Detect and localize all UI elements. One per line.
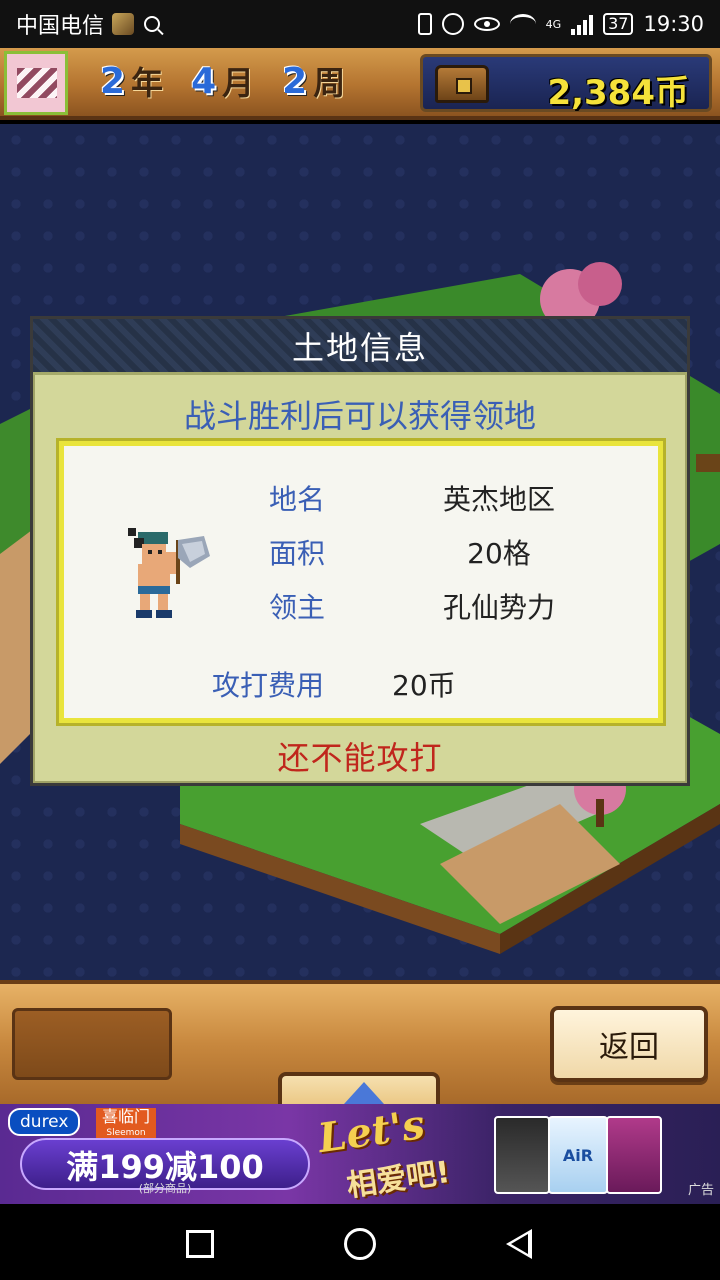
attack-status-text: 还不能攻打 [277, 739, 443, 777]
carrier-label: 中国电信 [16, 14, 105, 39]
value-lord: 孔仙势力 [442, 591, 555, 624]
home-icon[interactable] [344, 1228, 376, 1260]
year-number: 2 [100, 60, 126, 102]
ad-product-air-label: AiR [562, 1146, 594, 1165]
ad-product-box-1 [494, 1116, 550, 1194]
ad-product-box-air: AiR [548, 1116, 608, 1194]
wifi-icon [509, 14, 536, 34]
clock: 19:30 [643, 12, 704, 36]
label-area: 面积 [269, 537, 326, 570]
treasure-chest-icon [435, 65, 489, 103]
ad-brand-sleemon: 喜临门 Sleemon [96, 1107, 157, 1142]
status-bar: 中国电信 4G 37 19:30 [0, 0, 720, 48]
dialog-subtitle: 战斗胜利后可以获得领地 [183, 397, 536, 435]
battery-icon: 37 [603, 13, 634, 35]
month-number: 4 [191, 60, 217, 102]
money-amount: 2,384币 [547, 73, 689, 113]
label-attack-cost: 攻打费用 [212, 669, 325, 702]
label-lord: 领主 [269, 591, 326, 624]
ad-promo-badge: 满199减100 (部分商品) [20, 1138, 310, 1195]
up-arrow-icon [344, 1082, 384, 1104]
signal-icon [571, 13, 594, 35]
empty-action-slot [12, 1008, 172, 1080]
game-header: 2 年 4 月 2 周 2,384币 [0, 48, 720, 120]
network-type: 4G [545, 17, 562, 31]
land-info-card: 地名 英杰地区 面积 20格 领主 孔仙势力 攻打费用 20币 [59, 441, 663, 723]
money-panel: 2,384币 [420, 54, 712, 113]
month-unit: 月 [222, 64, 255, 102]
lord-character-sprite [128, 528, 210, 618]
recent-apps-icon[interactable] [186, 1230, 214, 1258]
alarm-icon [441, 13, 464, 35]
search-icon [144, 16, 161, 32]
week-number: 2 [282, 60, 308, 102]
ad-brand-sleemon-cn: 喜临门 [102, 1107, 151, 1126]
value-land-name: 英杰地区 [442, 483, 555, 516]
dialog-title: 土地信息 [33, 319, 687, 375]
label-land-name: 地名 [269, 483, 326, 516]
ad-promo-note: (部分商品) [138, 1182, 192, 1195]
week-unit: 周 [313, 64, 346, 102]
eye-comfort-icon [473, 17, 500, 31]
app-notification-icon [112, 13, 135, 35]
ad-label: 广告 [687, 1183, 714, 1198]
land-info-dialog: 土地信息 战斗胜利后可以获得领地 地名 英杰地区 面积 20格 领主 孔仙势力 … [30, 316, 690, 786]
ad-banner[interactable]: durex 喜临门 Sleemon 满199减100 (部分商品) Let's 相… [0, 1104, 720, 1204]
value-area: 20格 [467, 537, 531, 570]
vibrate-icon [417, 13, 432, 35]
player-portrait[interactable] [4, 51, 68, 115]
navigation-bar [0, 1204, 720, 1280]
back-button[interactable]: 返回 [550, 1006, 708, 1082]
value-attack-cost: 20币 [392, 669, 456, 702]
ad-product-box-3 [606, 1116, 662, 1194]
bottom-action-bar: 返回 [0, 980, 720, 1112]
year-unit: 年 [131, 64, 164, 102]
ad-brand-durex: durex [8, 1108, 81, 1136]
date-display: 2 年 4 月 2 周 [100, 58, 367, 104]
back-nav-icon[interactable] [506, 1229, 532, 1259]
